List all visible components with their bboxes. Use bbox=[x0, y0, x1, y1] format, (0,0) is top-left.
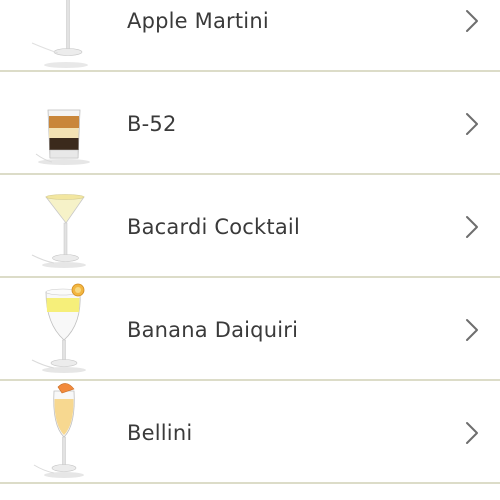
apple-martini-glass-icon bbox=[18, 0, 108, 72]
chevron-right-icon[interactable] bbox=[464, 111, 480, 137]
row-divider bbox=[0, 482, 500, 484]
b52-shot-glass-icon bbox=[18, 72, 108, 175]
bellini-flute-glass-icon bbox=[18, 381, 108, 484]
list-item-b-52[interactable]: B-52 bbox=[0, 72, 500, 175]
list-item-banana-daiquiri[interactable]: Banana Daiquiri bbox=[0, 278, 500, 381]
list-item-bacardi-cocktail[interactable]: Bacardi Cocktail bbox=[0, 175, 500, 278]
cocktail-list: Apple Martini B-52 Bacardi Cocktail Bana… bbox=[0, 0, 500, 500]
chevron-right-icon[interactable] bbox=[464, 317, 480, 343]
item-label: Bacardi Cocktail bbox=[127, 214, 300, 239]
banana-daiquiri-glass-icon bbox=[18, 278, 108, 381]
item-label: Apple Martini bbox=[127, 8, 269, 33]
list-item-bellini[interactable]: Bellini bbox=[0, 381, 500, 484]
bacardi-cocktail-glass-icon bbox=[18, 175, 108, 278]
chevron-right-icon[interactable] bbox=[464, 420, 480, 446]
item-label: B-52 bbox=[127, 111, 177, 136]
list-item-apple-martini[interactable]: Apple Martini bbox=[0, 0, 500, 72]
chevron-right-icon[interactable] bbox=[464, 214, 480, 240]
chevron-right-icon[interactable] bbox=[464, 8, 480, 34]
item-label: Banana Daiquiri bbox=[127, 317, 299, 342]
item-label: Bellini bbox=[127, 420, 193, 445]
